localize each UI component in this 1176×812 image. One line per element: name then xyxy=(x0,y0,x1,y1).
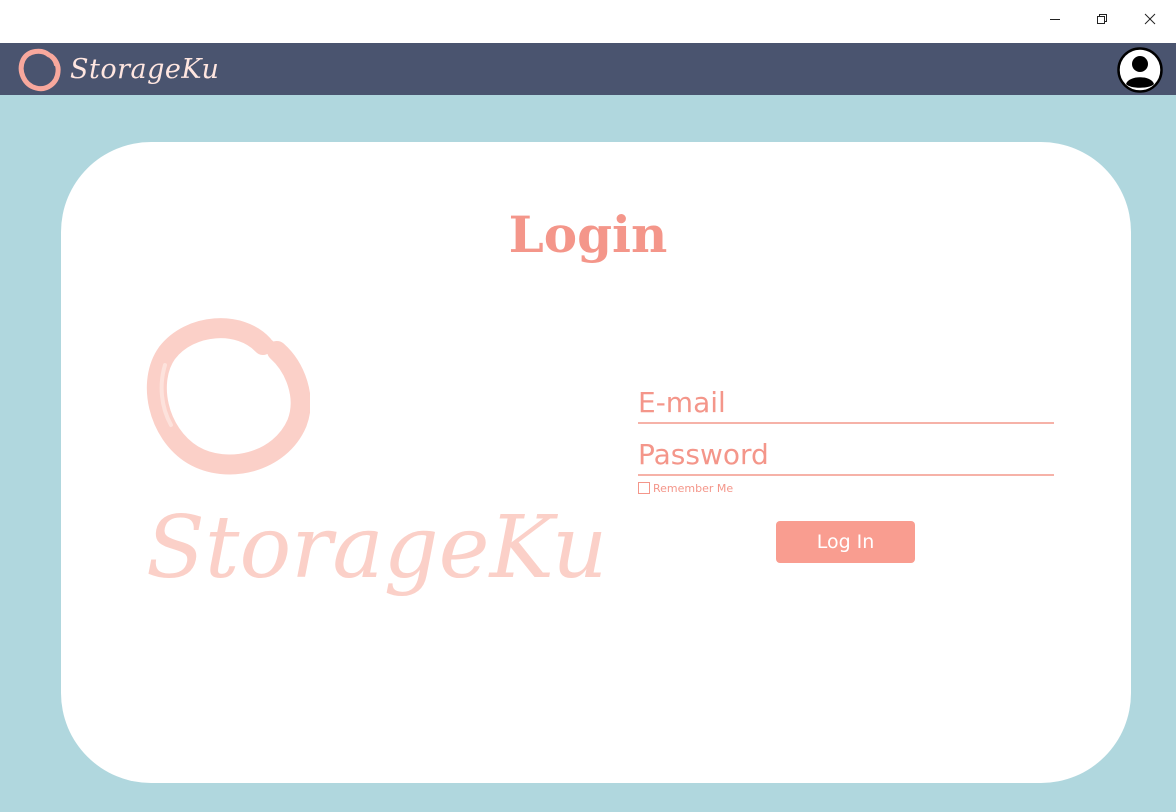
user-circle-icon xyxy=(1117,47,1163,93)
password-field xyxy=(638,434,1054,476)
login-button[interactable]: Log In xyxy=(776,521,915,563)
minimize-button[interactable] xyxy=(1032,0,1078,38)
minimize-icon xyxy=(1050,19,1060,20)
watermark-app-name: StorageKu xyxy=(146,498,608,598)
brand: StorageKu xyxy=(16,43,219,95)
restore-button[interactable] xyxy=(1079,0,1125,38)
profile-button[interactable] xyxy=(1117,47,1163,93)
restore-icon xyxy=(1097,14,1107,24)
remember-me[interactable]: Remember Me xyxy=(638,480,733,496)
password-input[interactable] xyxy=(638,434,1054,474)
app-header: StorageKu xyxy=(0,43,1176,95)
app-name: StorageKu xyxy=(70,53,220,85)
brush-circle-icon xyxy=(18,48,61,92)
remember-me-label: Remember Me xyxy=(653,481,734,495)
remember-me-checkbox[interactable] xyxy=(638,482,650,494)
close-button[interactable] xyxy=(1127,0,1173,38)
email-input[interactable] xyxy=(638,382,1054,422)
page-title: Login xyxy=(508,205,668,264)
brush-circle-icon xyxy=(146,318,310,475)
close-icon xyxy=(1144,13,1156,25)
email-field xyxy=(638,382,1054,424)
window-titlebar xyxy=(0,0,1176,43)
